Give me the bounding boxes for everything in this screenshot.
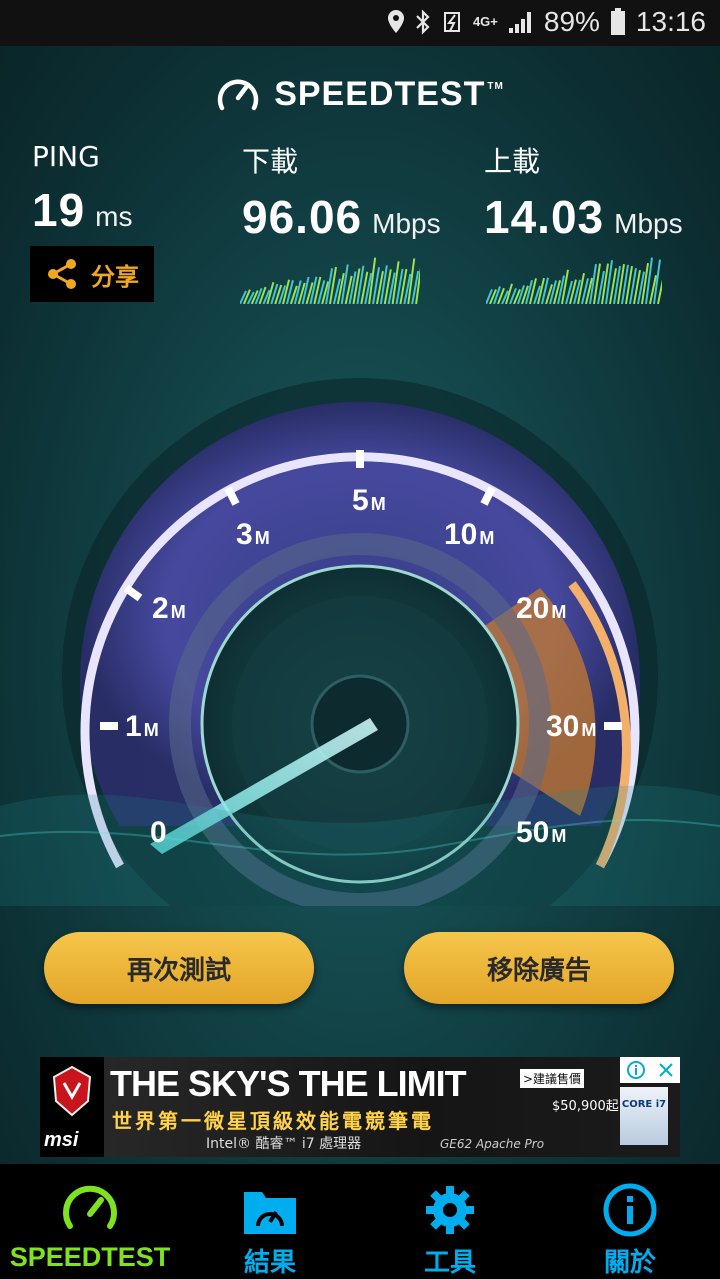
ad-cpu-line: Intel® 酷睿™ i7 處理器 — [206, 1136, 362, 1152]
nav-tools[interactable]: 工具 — [360, 1164, 540, 1279]
speedometer-icon — [218, 79, 259, 111]
battery-icon — [610, 8, 625, 35]
nav-label-results: 結果 — [243, 1248, 296, 1278]
ad-headline: THE SKY'S THE LIMIT — [110, 1063, 467, 1104]
scale-label-0: 0 — [150, 816, 167, 849]
ad-brand: msi — [44, 1129, 79, 1151]
status-bar: 4G+ 89% 13:16 — [0, 0, 720, 46]
nfc-icon — [443, 12, 460, 32]
nav-label-speedtest: SPEEDTEST — [9, 1242, 171, 1272]
info-icon — [603, 1183, 657, 1237]
bottom-nav: SPEEDTEST 結果 工具 關於 — [0, 1164, 720, 1279]
gear-icon — [426, 1186, 474, 1234]
speed-gauge: 0 1M 2M 3M 5M 10 M 20 M 30 M 50 M — [0, 378, 720, 906]
remove-ads-button[interactable]: 移除廣告 — [404, 932, 674, 1004]
ad-banner[interactable]: msi THE SKY'S THE LIMIT 世界第一微星頂級效能電競筆電 I… — [40, 1057, 680, 1157]
upload-value: 14.03 — [484, 191, 605, 243]
speedtest-screen: SPEEDTEST TM PING 19 ms 下載 96.06 Mbps 上載 1… — [0, 46, 720, 1164]
ad-close-icon[interactable] — [657, 1061, 675, 1079]
retest-button[interactable]: 再次測試 — [44, 932, 314, 1004]
app-logo: SPEEDTEST TM — [0, 74, 720, 114]
share-icon — [48, 259, 76, 289]
upload-unit: Mbps — [614, 208, 683, 239]
ad-model: GE62 Apache Pro — [440, 1137, 545, 1151]
msi-logo: msi — [40, 1057, 104, 1157]
upload-result: 上載 14.03 Mbps — [484, 140, 683, 244]
intel-badge: CORE i7 — [620, 1087, 668, 1145]
ad-info-icon[interactable] — [626, 1060, 646, 1080]
nav-about[interactable]: 關於 — [540, 1164, 720, 1279]
share-label: 分享 — [91, 262, 139, 291]
download-label: 下載 — [242, 145, 299, 178]
network-type: 4G+ — [472, 14, 498, 29]
app-brand-name: SPEEDTEST — [274, 74, 486, 113]
nav-label-tools: 工具 — [423, 1248, 476, 1278]
ping-label: PING — [32, 140, 100, 173]
ad-controls — [620, 1057, 680, 1083]
nav-speedtest[interactable]: SPEEDTEST — [0, 1164, 180, 1279]
download-sparkline — [240, 257, 420, 304]
speedometer-icon — [63, 1185, 117, 1229]
results-folder-icon — [244, 1192, 296, 1234]
battery-percent: 89% — [543, 6, 600, 37]
trademark: TM — [487, 80, 504, 92]
upload-label: 上載 — [484, 145, 541, 178]
upload-sparkline — [486, 257, 662, 304]
ad-subline: 世界第一微星頂級效能電競筆電 — [112, 1109, 434, 1133]
nav-results[interactable]: 結果 — [180, 1164, 360, 1279]
signal-icon — [508, 12, 531, 33]
ad-price-tag: >建議售價 — [520, 1069, 585, 1088]
sparkline-bar — [657, 279, 662, 304]
ping-value: 19 — [32, 184, 86, 236]
nav-label-about: 關於 — [603, 1248, 656, 1278]
download-unit: Mbps — [372, 208, 441, 239]
ping-result: PING 19 ms — [32, 140, 133, 237]
bluetooth-icon — [416, 9, 430, 35]
clock: 13:16 — [635, 6, 706, 37]
share-button[interactable]: 分享 — [30, 246, 154, 302]
ping-unit: ms — [95, 201, 133, 232]
location-icon — [387, 10, 404, 33]
ad-price: $50,900起 — [552, 1099, 619, 1114]
download-result: 下載 96.06 Mbps — [242, 140, 441, 244]
download-value: 96.06 — [242, 191, 363, 243]
